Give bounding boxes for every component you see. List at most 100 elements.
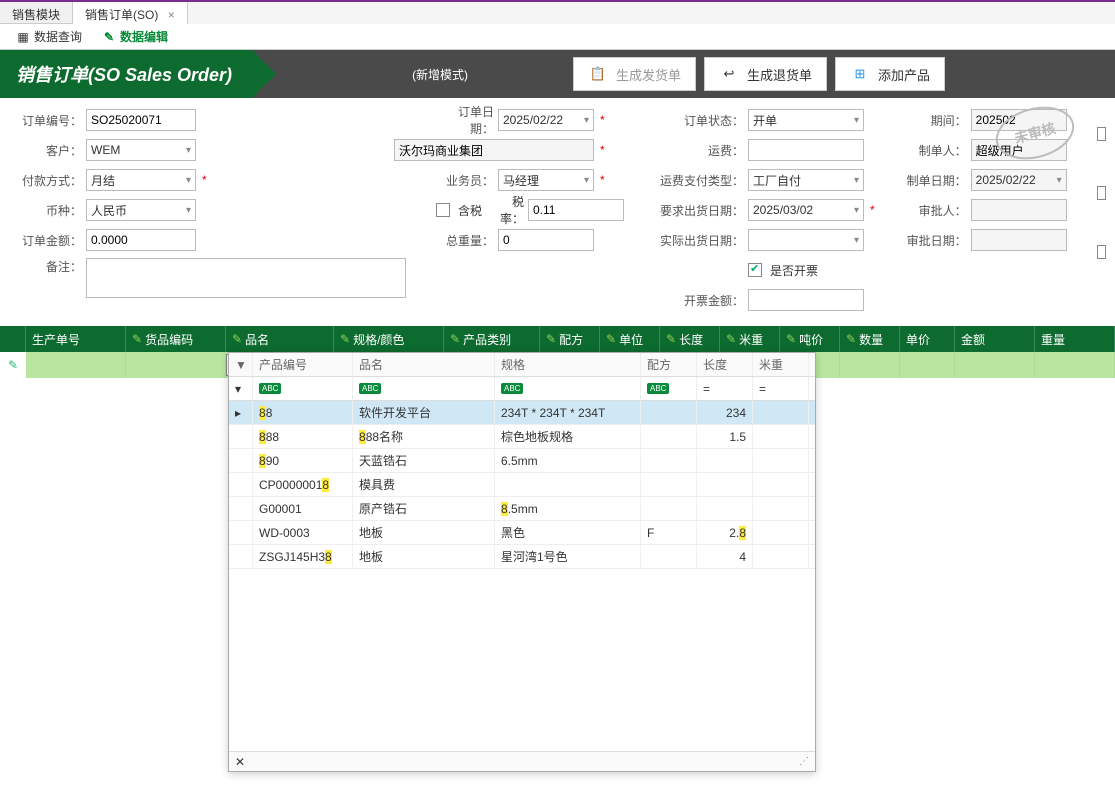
pcol-code[interactable]: 产品编号 <box>253 353 353 376</box>
product-lookup-popup: ▼ 产品编号 品名 规格 配方 长度 米重 ▾ ABC ABC ABC ABC … <box>228 352 816 772</box>
lookup-row[interactable]: ZSGJ145H38地板星河湾1号色4 <box>229 545 815 569</box>
order-amt-input[interactable] <box>86 229 196 251</box>
lbl-customer: 客户： <box>20 142 82 159</box>
filter-icon[interactable]: ▼ <box>229 353 253 376</box>
remark-textarea[interactable] <box>86 258 406 298</box>
subtab-data-query[interactable]: ▦ 数据查询 <box>6 24 92 49</box>
edit-icon: ✎ <box>232 332 242 346</box>
delivery-icon: 📋 <box>588 64 608 84</box>
popup-close-icon[interactable]: ✕ <box>235 755 245 769</box>
invoice-checkbox[interactable] <box>748 263 762 277</box>
text-filter-icon[interactable]: ABC <box>647 383 669 394</box>
lbl-order-status: 订单状态： <box>654 112 744 129</box>
btn-gen-return[interactable]: ↩ 生成退货单 <box>704 57 827 91</box>
col-weight[interactable]: 重量 <box>1035 326 1115 352</box>
tax-rate-input[interactable] <box>528 199 624 221</box>
text-filter-icon[interactable]: ABC <box>359 383 381 394</box>
text-filter-icon[interactable]: ABC <box>259 383 281 394</box>
pay-method-select[interactable]: 月结 <box>86 169 196 191</box>
lookup-row[interactable]: G00001原产锆石8.5mm <box>229 497 815 521</box>
pcol-len[interactable]: 长度 <box>697 353 753 376</box>
actual-ship-date-input[interactable] <box>748 229 864 251</box>
col-item-code[interactable]: ✎货品编码 <box>126 326 226 352</box>
invoice-amt-input[interactable] <box>748 289 864 311</box>
lbl-freight-type: 运费支付类型： <box>654 172 744 189</box>
approve-date-input <box>971 229 1067 251</box>
col-prod-order[interactable]: 生产单号 <box>26 326 126 352</box>
order-status-select[interactable]: 开单 <box>748 109 864 131</box>
lbl-remark: 备注： <box>20 258 82 275</box>
lookup-row[interactable]: 888888名称棕色地板规格1.5 <box>229 425 815 449</box>
btn-gen-delivery[interactable]: 📋 生成发货单 <box>573 57 696 91</box>
edit-icon: ✎ <box>846 332 856 346</box>
lbl-approver: 审批人： <box>905 202 967 219</box>
col-ton-price[interactable]: ✎吨价 <box>780 326 840 352</box>
col-qty[interactable]: ✎数量 <box>840 326 900 352</box>
req-ship-date-input[interactable]: 2025/03/02 <box>748 199 864 221</box>
lookup-row[interactable]: 890天蓝锆石6.5mm <box>229 449 815 473</box>
tab-sales-order-label: 销售订单(SO) <box>85 8 158 22</box>
eq-filter[interactable]: = <box>753 377 809 400</box>
lookup-row[interactable]: CP00000018模具费 <box>229 473 815 497</box>
total-weight-input[interactable] <box>498 229 594 251</box>
eq-filter[interactable]: = <box>697 377 753 400</box>
close-icon[interactable]: × <box>168 8 175 22</box>
col-spec[interactable]: ✎规格/颜色 <box>334 326 444 352</box>
lbl-actual-ship: 实际出货日期： <box>654 232 744 249</box>
lbl-salesman: 业务员： <box>436 172 494 189</box>
lbl-order-amt: 订单金额： <box>20 232 82 249</box>
pcol-formula[interactable]: 配方 <box>641 353 697 376</box>
edit-icon: ✎ <box>726 332 736 346</box>
subtab-data-edit[interactable]: ✎ 数据编辑 <box>92 24 178 49</box>
create-date-input: 2025/02/22 <box>971 169 1067 191</box>
lbl-total-weight: 总重量： <box>436 232 494 249</box>
col-length[interactable]: ✎长度 <box>660 326 720 352</box>
lbl-tax-rate: 税率： <box>490 193 524 227</box>
edit-icon: ✎ <box>102 30 116 44</box>
col-formula[interactable]: ✎配方 <box>540 326 600 352</box>
order-no-input[interactable] <box>86 109 196 131</box>
edit-icon: ✎ <box>132 332 142 346</box>
col-mz[interactable]: ✎米重 <box>720 326 780 352</box>
salesman-select[interactable]: 马经理 <box>498 169 594 191</box>
lookup-row[interactable]: WD-0003地板黑色F2.8 <box>229 521 815 545</box>
currency-select[interactable]: 人民币 <box>86 199 196 221</box>
lbl-req-ship: 要求出货日期： <box>654 202 744 219</box>
lookup-row[interactable]: ▸88软件开发平台234T * 234T * 234T234 <box>229 401 815 425</box>
lbl-invoice: 是否开票 <box>770 262 818 279</box>
pcol-spec[interactable]: 规格 <box>495 353 641 376</box>
tab-sales-module[interactable]: 销售模块 <box>0 2 73 24</box>
shipped-checkbox[interactable] <box>1097 127 1106 141</box>
col-unit[interactable]: ✎单位 <box>600 326 660 352</box>
page-title: 销售订单(SO Sales Order) <box>16 61 232 87</box>
col-unit-price[interactable]: 单价 <box>900 326 955 352</box>
customer-name-input <box>394 139 594 161</box>
tax-included-checkbox[interactable] <box>436 203 450 217</box>
pcol-mz[interactable]: 米重 <box>753 353 809 376</box>
lbl-tax-incl: 含税 <box>458 202 486 219</box>
lbl-order-date: 订单日期： <box>436 103 494 137</box>
resize-handle-icon[interactable]: ⋰ <box>799 756 809 767</box>
lbl-currency: 币种： <box>20 202 82 219</box>
lbl-invoice-amt: 开票金额： <box>654 292 744 309</box>
customer-code-select[interactable]: WEM <box>86 139 196 161</box>
edit-icon: ✎ <box>546 332 556 346</box>
paused-checkbox[interactable] <box>1097 245 1106 259</box>
tab-sales-order[interactable]: 销售订单(SO) × <box>73 2 188 24</box>
freight-type-select[interactable]: 工厂自付 <box>748 169 864 191</box>
order-date-input[interactable]: 2025/02/22 <box>498 109 594 131</box>
edit-icon: ✎ <box>340 332 350 346</box>
text-filter-icon[interactable]: ABC <box>501 383 523 394</box>
col-amount[interactable]: 金额 <box>955 326 1035 352</box>
paid-checkbox[interactable] <box>1097 186 1106 200</box>
pcol-name[interactable]: 品名 <box>353 353 495 376</box>
filter-toggle-icon[interactable]: ▾ <box>229 377 253 400</box>
freight-input[interactable] <box>748 139 864 161</box>
grid-icon: ▦ <box>16 30 30 44</box>
lbl-period: 期间： <box>905 112 967 129</box>
edit-icon: ✎ <box>786 332 796 346</box>
col-category[interactable]: ✎产品类别 <box>444 326 540 352</box>
btn-add-product[interactable]: ⊞ 添加产品 <box>835 57 945 91</box>
col-item-name[interactable]: ✎品名 <box>226 326 334 352</box>
edit-icon: ✎ <box>606 332 616 346</box>
